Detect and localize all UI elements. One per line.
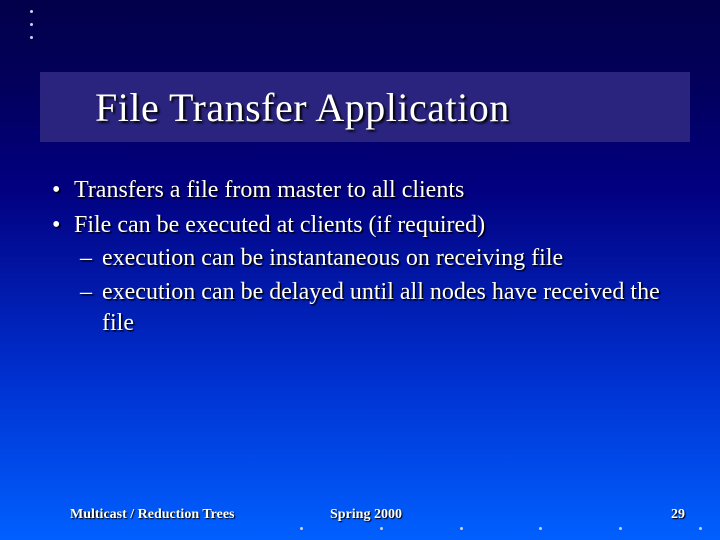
dot-icon — [460, 527, 463, 530]
slide-body: Transfers a file from master to all clie… — [50, 175, 670, 343]
dot-icon — [619, 527, 622, 530]
dot-icon — [30, 10, 33, 13]
dot-icon — [300, 527, 303, 530]
dot-icon — [30, 23, 33, 26]
decorative-dots-bottom — [300, 527, 702, 530]
slide: File Transfer Application Transfers a fi… — [0, 0, 720, 540]
dot-icon — [380, 527, 383, 530]
sub-bullet-item: execution can be instantaneous on receiv… — [74, 243, 670, 274]
sub-bullet-text: execution can be instantaneous on receiv… — [102, 245, 563, 271]
dot-icon — [30, 36, 33, 39]
footer-page-number: 29 — [671, 507, 685, 523]
bullet-item: Transfers a file from master to all clie… — [50, 175, 670, 206]
dot-icon — [699, 527, 702, 530]
footer-left: Multicast / Reduction Trees — [70, 507, 235, 523]
bullet-item: File can be executed at clients (if requ… — [50, 210, 670, 339]
bullet-text: Transfers a file from master to all clie… — [74, 177, 464, 203]
slide-title: File Transfer Application — [95, 84, 510, 131]
bullet-text: File can be executed at clients (if requ… — [74, 212, 485, 238]
footer-center: Spring 2000 — [330, 507, 402, 523]
dot-icon — [539, 527, 542, 530]
title-band: File Transfer Application — [40, 72, 690, 142]
sub-bullet-item: execution can be delayed until all nodes… — [74, 277, 670, 339]
sub-bullet-text: execution can be delayed until all nodes… — [102, 279, 660, 336]
decorative-dots-top — [30, 10, 33, 49]
